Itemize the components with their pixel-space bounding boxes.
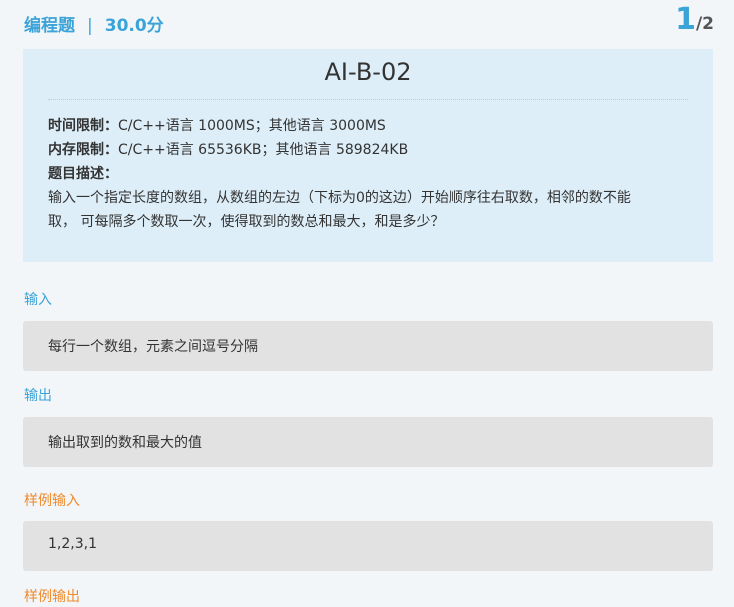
- title-divider: [48, 99, 688, 100]
- question-pagination: 1/2: [675, 2, 714, 37]
- description-line-1: 输入一个指定长度的数组，从数组的左边（下标为0的这边）开始顺序往右取数，相邻的数…: [48, 190, 631, 206]
- question-score: 30.0分: [104, 16, 164, 36]
- time-limit-row: 时间限制：C/C++语言 1000MS；其他语言 3000MS: [48, 114, 688, 138]
- time-limit-value: C/C++语言 1000MS；其他语言 3000MS: [118, 118, 386, 134]
- output-description-text: 输出取到的数和最大的值: [48, 435, 202, 451]
- problem-title: AI-B-02: [324, 58, 412, 86]
- question-type-score: 编程题 | 30.0分: [24, 11, 164, 36]
- sample-input-text: 1,2,3,1: [48, 536, 97, 552]
- question-header: 编程题 | 30.0分 1/2: [24, 2, 714, 38]
- sample-input-label: 样例输入: [24, 493, 80, 509]
- question-type: 编程题: [24, 16, 75, 36]
- page-total: /2: [695, 14, 714, 34]
- problem-info-box: AI-B-02 时间限制：C/C++语言 1000MS；其他语言 3000MS …: [23, 49, 713, 262]
- problem-details: 时间限制：C/C++语言 1000MS；其他语言 3000MS 内存限制：C/C…: [48, 114, 688, 234]
- header-separator: |: [87, 16, 93, 36]
- output-section-label: 输出: [24, 388, 52, 404]
- time-limit-label: 时间限制：: [48, 118, 118, 134]
- input-section-label: 输入: [24, 292, 52, 308]
- memory-limit-label: 内存限制：: [48, 142, 118, 158]
- page-current: 1: [675, 2, 696, 37]
- input-description-box: 每行一个数组，元素之间逗号分隔: [23, 321, 713, 371]
- sample-output-label: 样例输出: [24, 589, 80, 605]
- input-description-text: 每行一个数组，元素之间逗号分隔: [48, 339, 258, 355]
- memory-limit-value: C/C++语言 65536KB；其他语言 589824KB: [118, 142, 409, 158]
- description-label: 题目描述：: [48, 166, 118, 182]
- sample-input-box: 1,2,3,1: [23, 521, 713, 571]
- output-description-box: 输出取到的数和最大的值: [23, 417, 713, 467]
- description-line-2: 取， 可每隔多个数取一次，使得取到的数总和最大，和是多少？: [48, 214, 445, 230]
- memory-limit-row: 内存限制：C/C++语言 65536KB；其他语言 589824KB: [48, 138, 688, 162]
